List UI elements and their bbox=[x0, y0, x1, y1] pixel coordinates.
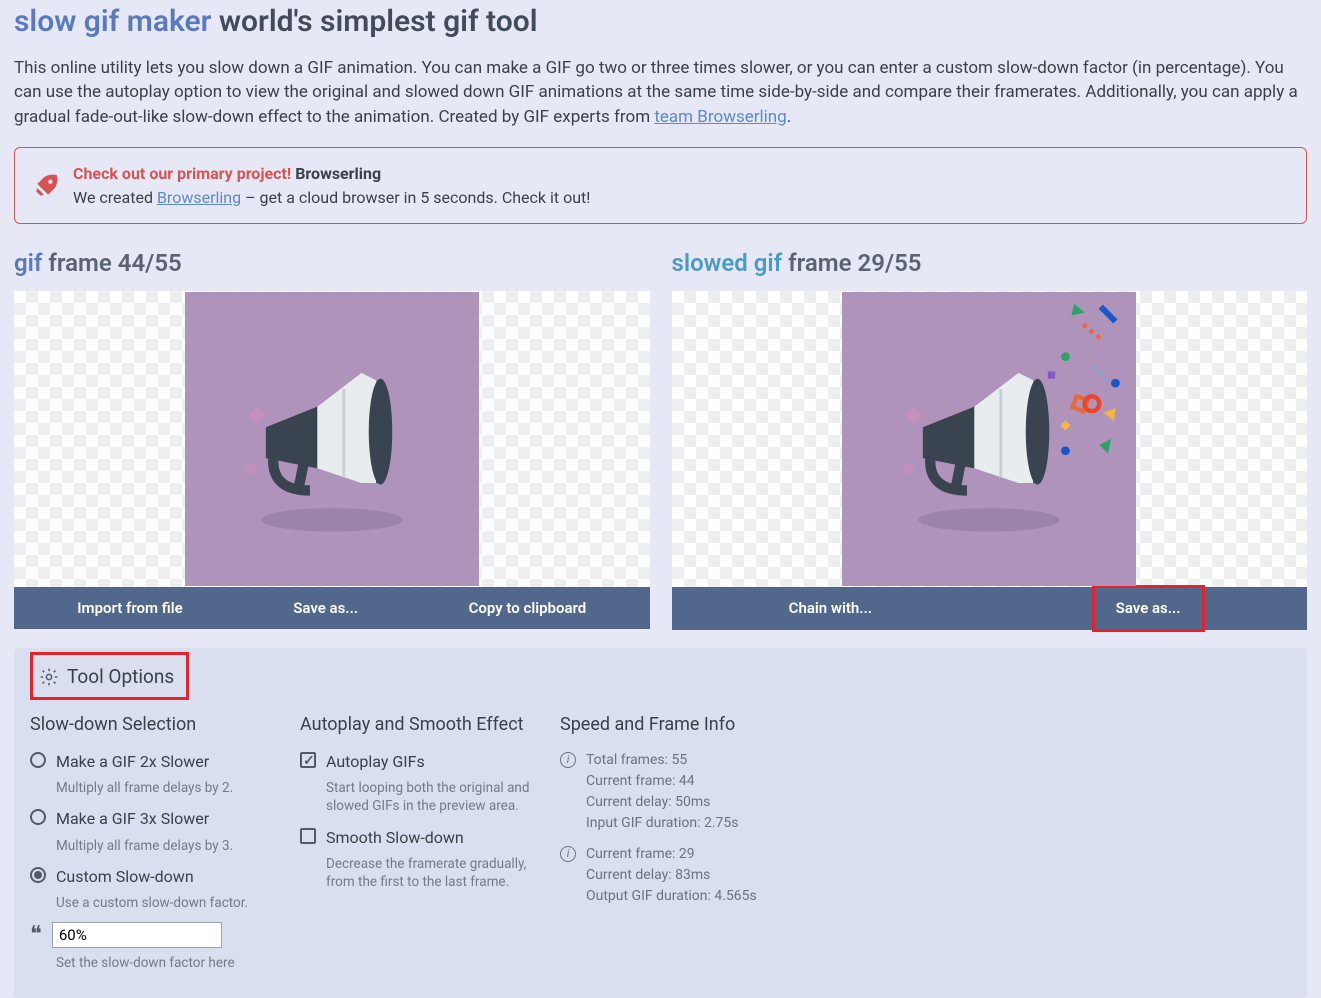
save-button-right[interactable]: Save as... bbox=[1116, 599, 1181, 617]
original-toolbar: Import from file Save as... Copy to clip… bbox=[14, 587, 650, 629]
copy-button[interactable]: Copy to clipboard bbox=[469, 599, 587, 617]
info-cur-frame-in: Current frame: 44 bbox=[586, 771, 739, 792]
col2-heading: Autoplay and Smooth Effect bbox=[300, 712, 530, 738]
slowed-toolbar: Chain with... Save as... bbox=[672, 587, 1308, 631]
label-3x: Make a GIF 3x Slower bbox=[56, 807, 209, 830]
checkbox-autoplay[interactable] bbox=[300, 752, 316, 768]
col1-heading: Slow-down Selection bbox=[30, 712, 270, 738]
col3-heading: Speed and Frame Info bbox=[560, 712, 820, 738]
radio-3x[interactable] bbox=[30, 809, 46, 825]
checkbox-smooth[interactable] bbox=[300, 828, 316, 844]
slowdown-selection-col: Slow-down Selection Make a GIF 2x Slower… bbox=[30, 712, 270, 983]
title-highlight: slow gif maker bbox=[14, 4, 211, 39]
desc-2x: Multiply all frame delays by 2. bbox=[56, 779, 270, 797]
autoplay-col: Autoplay and Smooth Effect Autoplay GIFs… bbox=[300, 712, 530, 983]
desc-custom: Use a custom slow-down factor. bbox=[56, 894, 270, 912]
save-button-highlighted-wrap: Save as... bbox=[1094, 587, 1203, 631]
radio-custom[interactable] bbox=[30, 867, 46, 883]
info-cur-frame-out: Current frame: 29 bbox=[586, 844, 757, 865]
chain-button[interactable]: Chain with... bbox=[789, 599, 872, 617]
info-total: Total frames: 55 bbox=[586, 750, 739, 771]
desc-smooth: Decrease the framerate gradually, from t… bbox=[326, 855, 530, 891]
info-col: Speed and Frame Info i Total frames: 55 … bbox=[560, 712, 820, 983]
label-smooth: Smooth Slow-down bbox=[326, 826, 464, 849]
info-icon: i bbox=[560, 752, 576, 768]
save-button-left[interactable]: Save as... bbox=[293, 599, 358, 617]
info-icon: i bbox=[560, 846, 576, 862]
slowed-gif-panel: slowed gif frame 29/55 bbox=[672, 246, 1308, 631]
original-gif-panel: gif frame 44/55 Import from file Save a bbox=[14, 246, 650, 631]
team-link[interactable]: team Browserling bbox=[654, 107, 786, 127]
tool-options-panel: Tool Options Slow-down Selection Make a … bbox=[14, 648, 1307, 998]
label-2x: Make a GIF 2x Slower bbox=[56, 750, 209, 773]
info-cur-delay-out: Current delay: 83ms bbox=[586, 865, 757, 886]
label-autoplay: Autoplay GIFs bbox=[326, 750, 425, 773]
browserling-link[interactable]: Browserling bbox=[157, 188, 241, 207]
original-title: gif frame 44/55 bbox=[14, 246, 650, 281]
promo-name: Browserling bbox=[295, 164, 381, 183]
original-frame bbox=[185, 292, 479, 586]
title-rest: world's simplest gif tool bbox=[211, 4, 537, 39]
gear-icon bbox=[39, 667, 59, 687]
desc-autoplay: Start looping both the original and slow… bbox=[326, 779, 530, 815]
rocket-icon bbox=[33, 173, 59, 199]
page-title: slow gif maker world's simplest gif tool bbox=[14, 0, 1307, 44]
slowed-title: slowed gif frame 29/55 bbox=[672, 246, 1308, 281]
slowed-frame bbox=[842, 292, 1136, 586]
original-preview bbox=[14, 291, 650, 587]
desc-3x: Multiply all frame delays by 3. bbox=[56, 837, 270, 855]
promo-lead: Check out our primary project! bbox=[73, 164, 291, 183]
quote-icon: ❝ bbox=[30, 924, 42, 946]
radio-2x[interactable] bbox=[30, 752, 46, 768]
info-duration-out: Output GIF duration: 4.565s bbox=[586, 886, 757, 907]
info-duration-in: Input GIF duration: 2.75s bbox=[586, 813, 739, 834]
megaphone-confetti-icon bbox=[842, 292, 1136, 586]
promo-banner: Check out our primary project! Browserli… bbox=[14, 147, 1307, 223]
info-cur-delay-in: Current delay: 50ms bbox=[586, 792, 739, 813]
megaphone-icon bbox=[185, 292, 479, 586]
desc-input: Set the slow-down factor here bbox=[56, 954, 270, 972]
slowed-preview bbox=[672, 291, 1308, 587]
slowdown-input[interactable] bbox=[52, 922, 222, 948]
intro-text: This online utility lets you slow down a… bbox=[14, 56, 1307, 130]
tool-options-header: Tool Options bbox=[30, 652, 189, 700]
import-button[interactable]: Import from file bbox=[77, 599, 183, 617]
label-custom: Custom Slow-down bbox=[56, 865, 194, 888]
